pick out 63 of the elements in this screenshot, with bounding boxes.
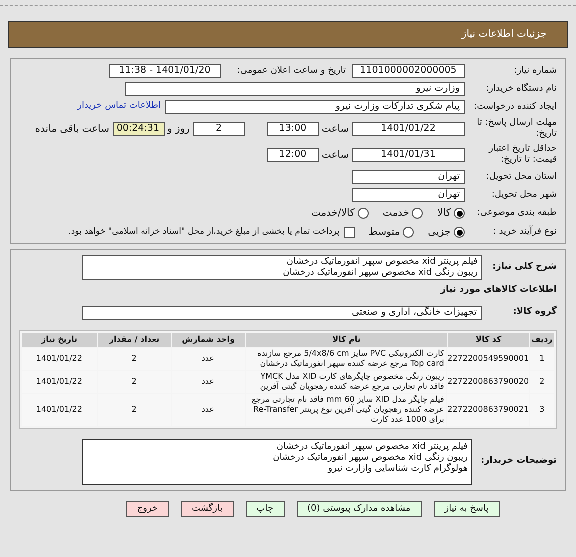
text-field[interactable]: تهران <box>352 188 465 202</box>
column-header: ردیف <box>530 332 554 346</box>
summary-line: فیلم پرینتر xid مخصوص سپهر انفورماتیک درخشان <box>286 257 478 267</box>
radio-button[interactable] <box>454 208 465 219</box>
page-title: جزئیات اطلاعات نیاز <box>462 28 547 42</box>
text-field[interactable]: پیام شکری تدارکات وزارت نیرو <box>165 100 465 114</box>
action-button[interactable]: خروج <box>126 500 169 516</box>
radio-label: خدمت <box>382 207 410 221</box>
text-field[interactable]: 13:00 <box>267 122 319 136</box>
text-field[interactable]: تهران <box>352 170 465 184</box>
field-label: نام دستگاه خریدار: <box>485 84 557 94</box>
radio-button[interactable] <box>412 208 424 219</box>
field-label: حداقل تاریخ اعتبار قیمت: تا تاریخ: <box>488 144 557 166</box>
text-field[interactable]: وزارت نیرو <box>125 82 465 96</box>
checkbox-label: پرداخت تمام یا بخشی از مبلغ خرید،از محل "اسناد خزانه اسلامی" خواهد بود. <box>68 226 340 239</box>
radio-label: متوسط <box>368 226 400 240</box>
field-label: شهر محل تحویل: <box>490 190 557 200</box>
column-header: تاریخ نیاز <box>22 332 97 346</box>
notes-line: هولوگرام کارت شناسایی وازارت نیرو <box>326 464 468 474</box>
column-header: تعداد / مقدار <box>98 332 172 346</box>
field-label: ایجاد کننده درخواست: <box>473 102 557 112</box>
field-label: ساعت <box>320 122 350 136</box>
field-label: شرح کلی نیاز: <box>492 260 557 274</box>
field-label: ساعت باقی مانده <box>35 122 110 136</box>
notes-textarea[interactable]: فیلم پرینتر xid مخصوص سپهر انفورماتیک درخشان ریبون رنگی xid مخصوص سپهر انفورماتیک درخشان هولوگرام کارت شناسایی وازارت نیرو <box>82 438 472 484</box>
text-field[interactable]: 12:00 <box>267 148 319 162</box>
text-field[interactable]: تجهیزات خانگی، اداری و صنعتی <box>82 306 482 320</box>
radio-button[interactable] <box>358 208 369 219</box>
column-header: کد کالا <box>448 332 530 346</box>
field-label: طبقه بندی موضوعی: <box>479 208 557 219</box>
text-field[interactable]: 2 <box>193 122 245 136</box>
section-title: اطلاعات کالاهای مورد نیاز <box>440 284 557 297</box>
field-label: توضیحات خریدار: <box>480 454 557 468</box>
field-label: استان محل تحویل: <box>485 172 557 182</box>
contact-link[interactable]: اطلاعات تماس خریدار <box>78 100 161 114</box>
text-field[interactable]: 00:24:31 <box>112 122 164 136</box>
text-field[interactable]: 1101000002000005 <box>352 64 465 78</box>
action-button[interactable]: بازگشت <box>181 500 234 516</box>
text-field[interactable]: 1401/01/22 <box>352 122 465 136</box>
notes-line: فیلم پرینتر xid مخصوص سپهر انفورماتیک درخشان <box>276 442 468 452</box>
action-button[interactable]: چاپ <box>246 500 285 516</box>
summary-textarea[interactable]: فیلم پرینتر xid مخصوص سپهر انفورماتیک درخشان ریبون رنگی xid مخصوص سپهر انفورماتیک درخشان <box>82 255 482 280</box>
column-header: واحد شمارش <box>172 332 246 346</box>
field-label: ساعت <box>320 148 350 162</box>
field-label: نوع فرآیند خرید : <box>492 227 557 238</box>
checkbox[interactable] <box>344 227 355 238</box>
radio-label: کالا/خدمت <box>311 207 355 221</box>
field-label: روز و <box>166 122 191 136</box>
action-button[interactable]: مشاهده مدارک پیوستی (0) <box>296 500 422 516</box>
field-label: گروه کالا: <box>512 306 557 319</box>
column-header: نام کالا <box>246 332 448 346</box>
text-field[interactable]: 1401/01/31 <box>352 148 465 162</box>
action-button[interactable]: پاسخ به نیاز <box>434 500 500 516</box>
notes-line: ریبون رنگی xid مخصوص سپهر انفورماتیک درخشان <box>272 452 468 463</box>
radio-label: جزیی <box>428 226 451 240</box>
radio-button[interactable] <box>454 227 465 238</box>
field-label: شماره نیاز: <box>513 66 557 76</box>
field-label: مهلت ارسال پاسخ: تا تاریخ: <box>476 118 557 140</box>
summary-line: ریبون رنگی xid مخصوص سپهر انفورماتیک درخشان <box>282 268 478 279</box>
text-field[interactable]: 1401/01/20 - 11:38 <box>109 64 221 78</box>
field-label: تاریخ و ساعت اعلان عمومی: <box>236 66 346 76</box>
radio-button[interactable] <box>403 227 414 238</box>
radio-label: کالا <box>437 207 451 221</box>
